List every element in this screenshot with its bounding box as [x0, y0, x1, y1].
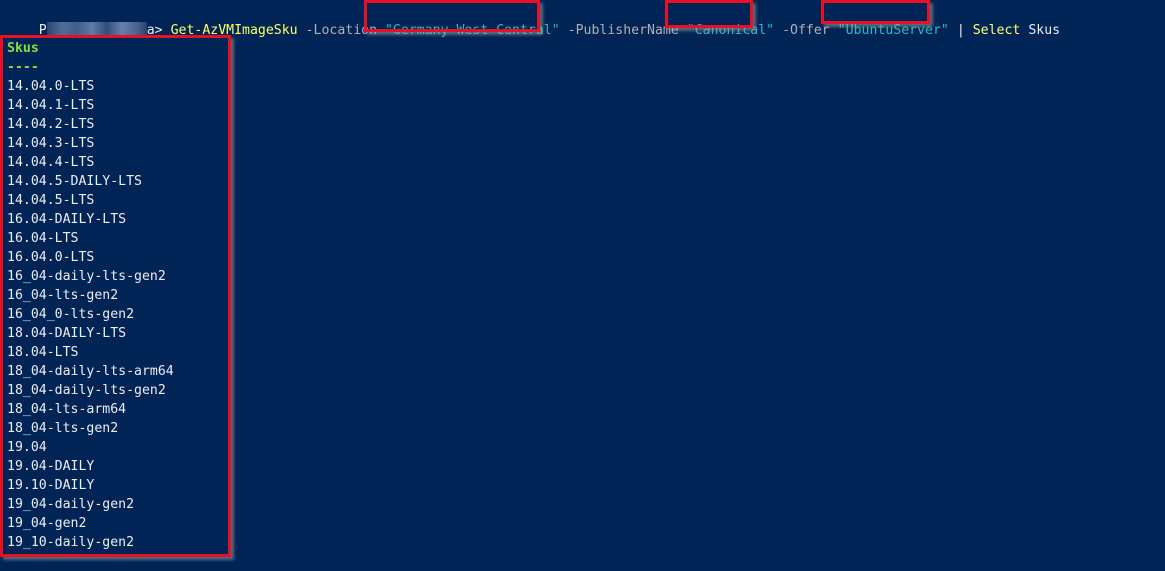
sku-row: 19_10-daily-gen2	[7, 535, 135, 550]
pipe-argument: Skus	[1028, 23, 1061, 38]
cmdlet: Get-AzVMImageSku	[170, 23, 298, 38]
sku-row: 19.10-DAILY	[7, 478, 95, 493]
quote-close: "	[940, 23, 949, 38]
param-location-name: -Location	[305, 23, 378, 38]
sku-list: 14.04.0-LTS 14.04.1-LTS 14.04.2-LTS 14.04.3…	[7, 77, 174, 552]
sku-row: 14.04.0-LTS	[7, 79, 95, 94]
quote-open: "	[384, 23, 393, 38]
sku-row: 19.04	[7, 440, 47, 455]
sku-row: 19.04-DAILY	[7, 459, 95, 474]
sku-row: 14.04.2-LTS	[7, 117, 95, 132]
quote-open: "	[686, 23, 695, 38]
redacted-prompt-path	[46, 22, 147, 35]
sku-row: 16.04-DAILY-LTS	[7, 212, 127, 227]
prompt-start: P	[38, 23, 47, 38]
param-location-value: Germany West Central	[392, 23, 552, 38]
sku-row: 16_04-lts-gen2	[7, 288, 119, 303]
sku-row: 14.04.1-LTS	[7, 98, 95, 113]
sku-row: 14.04.4-LTS	[7, 155, 95, 170]
param-offer-name: -Offer	[782, 23, 830, 38]
sku-row: 18_04-lts-gen2	[7, 421, 119, 436]
param-publisher-value: Canonical	[694, 23, 767, 38]
sku-row: 18_04-daily-lts-gen2	[7, 383, 166, 398]
output-header-underline: ----	[7, 60, 39, 75]
quote-open: "	[837, 23, 846, 38]
sku-row: 18.04-LTS	[7, 345, 79, 360]
command-output: Skus ---- 14.04.0-LTS 14.04.1-LTS 14.04.2-…	[7, 39, 174, 552]
output-header: Skus	[7, 41, 39, 56]
sku-row: 16_04-daily-lts-gen2	[7, 269, 166, 284]
pipe-symbol: |	[956, 23, 965, 38]
sku-row: 14.04.5-LTS	[7, 193, 95, 208]
quote-close: "	[551, 23, 560, 38]
sku-row: 19_04-daily-gen2	[7, 497, 135, 512]
sku-row: 14.04.3-LTS	[7, 136, 95, 151]
sku-row: 16.04-LTS	[7, 231, 79, 246]
sku-row: 19_04-gen2	[7, 516, 87, 531]
param-publisher-name: -PublisherName	[567, 23, 679, 38]
pipe-cmdlet: Select	[972, 23, 1021, 38]
sku-row: 16_04_0-lts-gen2	[7, 307, 135, 322]
sku-row: 18_04-lts-arm64	[7, 402, 127, 417]
command-line: Pa> Get-AzVMImageSku -Location "Germany …	[7, 2, 1060, 38]
sku-row: 18_04-daily-lts-arm64	[7, 364, 174, 379]
sku-row: 14.04.5-DAILY-LTS	[7, 174, 142, 189]
sku-row: 18.04-DAILY-LTS	[7, 326, 127, 341]
param-offer-value: UbuntuServer	[845, 23, 941, 38]
prompt-end: a>	[146, 23, 163, 38]
sku-row: 16.04.0-LTS	[7, 250, 95, 265]
powershell-terminal[interactable]: Pa> Get-AzVMImageSku -Location "Germany …	[0, 0, 1165, 571]
quote-close: "	[766, 23, 775, 38]
